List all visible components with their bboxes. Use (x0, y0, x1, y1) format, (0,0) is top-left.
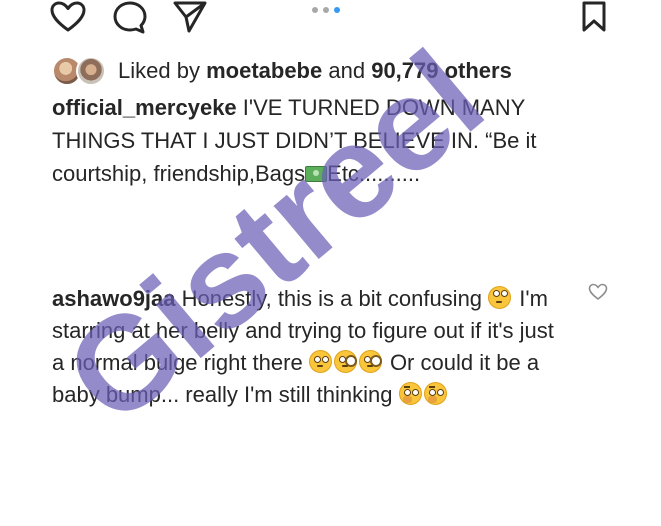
comment-username-link[interactable]: ashawo9jaa (52, 286, 176, 311)
caption-text-end: Etc.......... (327, 161, 421, 186)
comment-button[interactable] (110, 0, 150, 34)
avatar (76, 56, 106, 86)
comment-text: Honestly, this is a bit confusing (175, 286, 489, 311)
bookmark-icon (582, 1, 606, 32)
monocle-emoji (333, 350, 357, 373)
likes-row: Liked by moetabebe and 90,779 others (52, 56, 512, 86)
comment-like-button[interactable] (588, 283, 608, 303)
liker-username-link[interactable]: moetabebe (206, 58, 322, 83)
thinking-emoji (398, 382, 422, 405)
likes-conjunction: and (328, 58, 366, 83)
likes-summary: Liked by moetabebe and 90,779 others (118, 58, 512, 84)
caption-username-link[interactable]: official_mercyeke (52, 95, 237, 120)
carousel-dot (323, 7, 329, 13)
likes-count-link[interactable]: 90,779 others (371, 58, 512, 83)
heart-icon (50, 1, 86, 32)
eye-roll-emoji (488, 286, 512, 309)
carousel-indicator (312, 7, 340, 13)
post-caption: official_mercyeke I'VE TURNED DOWN MANY … (52, 91, 572, 190)
share-icon (173, 1, 207, 33)
like-button[interactable] (48, 0, 88, 34)
liker-avatars[interactable] (52, 56, 106, 86)
carousel-dot (312, 7, 318, 13)
heart-outline-icon (588, 283, 608, 300)
post-action-bar (0, 0, 661, 36)
comment-icon (113, 1, 147, 34)
money-emoji (305, 166, 328, 182)
monocle-emoji (358, 350, 382, 373)
save-button[interactable] (574, 0, 614, 34)
flushed-emoji (308, 350, 332, 373)
likes-prefix: Liked by (118, 58, 200, 83)
comment-item: ashawo9jaa Honestly, this is a bit confu… (52, 283, 572, 411)
share-button[interactable] (170, 0, 210, 34)
thinking-emoji (423, 382, 447, 405)
carousel-dot-active (334, 7, 340, 13)
